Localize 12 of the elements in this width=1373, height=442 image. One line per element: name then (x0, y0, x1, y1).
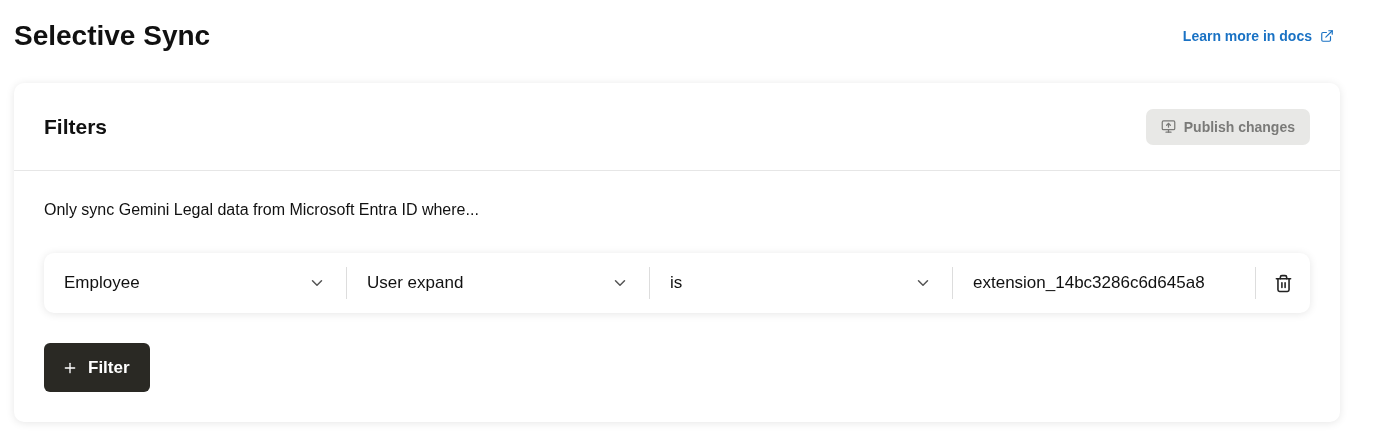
trash-icon (1273, 273, 1293, 293)
card-title: Filters (44, 114, 108, 139)
value-field[interactable]: extension_14bc3286c6d645a8 (973, 273, 1235, 293)
page-title: Selective Sync (14, 20, 211, 52)
docs-link[interactable]: Learn more in docs (1182, 28, 1334, 44)
dropdown[interactable]: is (670, 267, 932, 299)
dropdown[interactable]: Employee (64, 267, 326, 299)
monitor-upload-icon (1160, 119, 1176, 134)
description: Only sync Gemini Legal data from Microsoft Entra ID where... (44, 201, 480, 219)
add-filter-button[interactable]: Filter (44, 343, 150, 392)
dropdown[interactable]: User expand (367, 267, 629, 299)
external-link-icon (1320, 29, 1334, 43)
